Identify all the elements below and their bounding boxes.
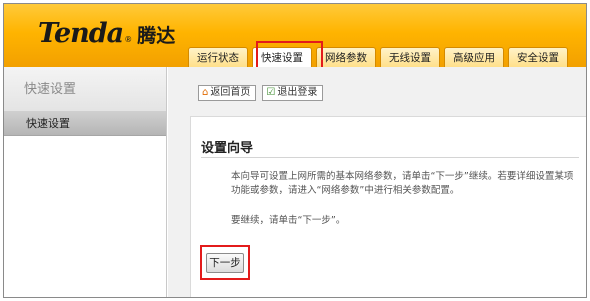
logout-icon: ☑ (266, 87, 276, 98)
logo-chinese-name: 腾达 (137, 25, 176, 47)
logo-registered-mark: ® (124, 35, 133, 44)
tab-wireless[interactable]: 无线设置 (380, 47, 440, 67)
toolbar: ⌂ 返回首页 ☑ 退出登录 (198, 85, 329, 101)
home-button-label: 返回首页 (210, 87, 251, 98)
main-nav-tabs: 运行状态 快速设置 网络参数 无线设置 高级应用 安全设置 (188, 47, 572, 67)
tab-status[interactable]: 运行状态 (188, 47, 248, 67)
home-icon: ⌂ (202, 87, 209, 98)
wizard-description: 本向导可设置上网所需的基本网络参数，请单击“下一步”继续。若要详细设置某项功能或… (231, 171, 574, 196)
sidebar: 快速设置 快速设置 (4, 67, 167, 297)
tab-quick-setup[interactable]: 快速设置 (252, 47, 312, 67)
continue-instruction: 要继续，请单击“下一步”。 (231, 215, 346, 226)
router-admin-window: Tenda ® 腾达 运行状态 快速设置 网络参数 无线设置 高级应用 安全设置… (3, 3, 587, 298)
logout-button[interactable]: ☑ 退出登录 (262, 85, 324, 101)
sidebar-title: 快速设置 (4, 67, 166, 112)
sidebar-item-quick-setup[interactable]: 快速设置 (4, 112, 166, 136)
logout-button-label: 退出登录 (277, 87, 318, 98)
tenda-logo: Tenda ® 腾达 (38, 18, 175, 49)
tab-advanced[interactable]: 高级应用 (444, 47, 504, 67)
main-panel: ⌂ 返回首页 ☑ 退出登录 设置向导 本向导可设置上网所需的基本网络参数，请单击… (168, 67, 586, 297)
wizard-title: 设置向导 (201, 141, 254, 156)
wizard-content: 设置向导 本向导可设置上网所需的基本网络参数，请单击“下一步”继续。若要详细设置… (190, 116, 586, 297)
tab-security[interactable]: 安全设置 (508, 47, 568, 67)
tab-network-params[interactable]: 网络参数 (316, 47, 376, 67)
logo-wordmark: Tenda (38, 18, 124, 49)
header-bar: Tenda ® 腾达 运行状态 快速设置 网络参数 无线设置 高级应用 安全设置 (4, 4, 586, 67)
title-divider (201, 157, 579, 158)
home-button[interactable]: ⌂ 返回首页 (198, 85, 257, 101)
next-step-button[interactable]: 下一步 (206, 253, 244, 273)
